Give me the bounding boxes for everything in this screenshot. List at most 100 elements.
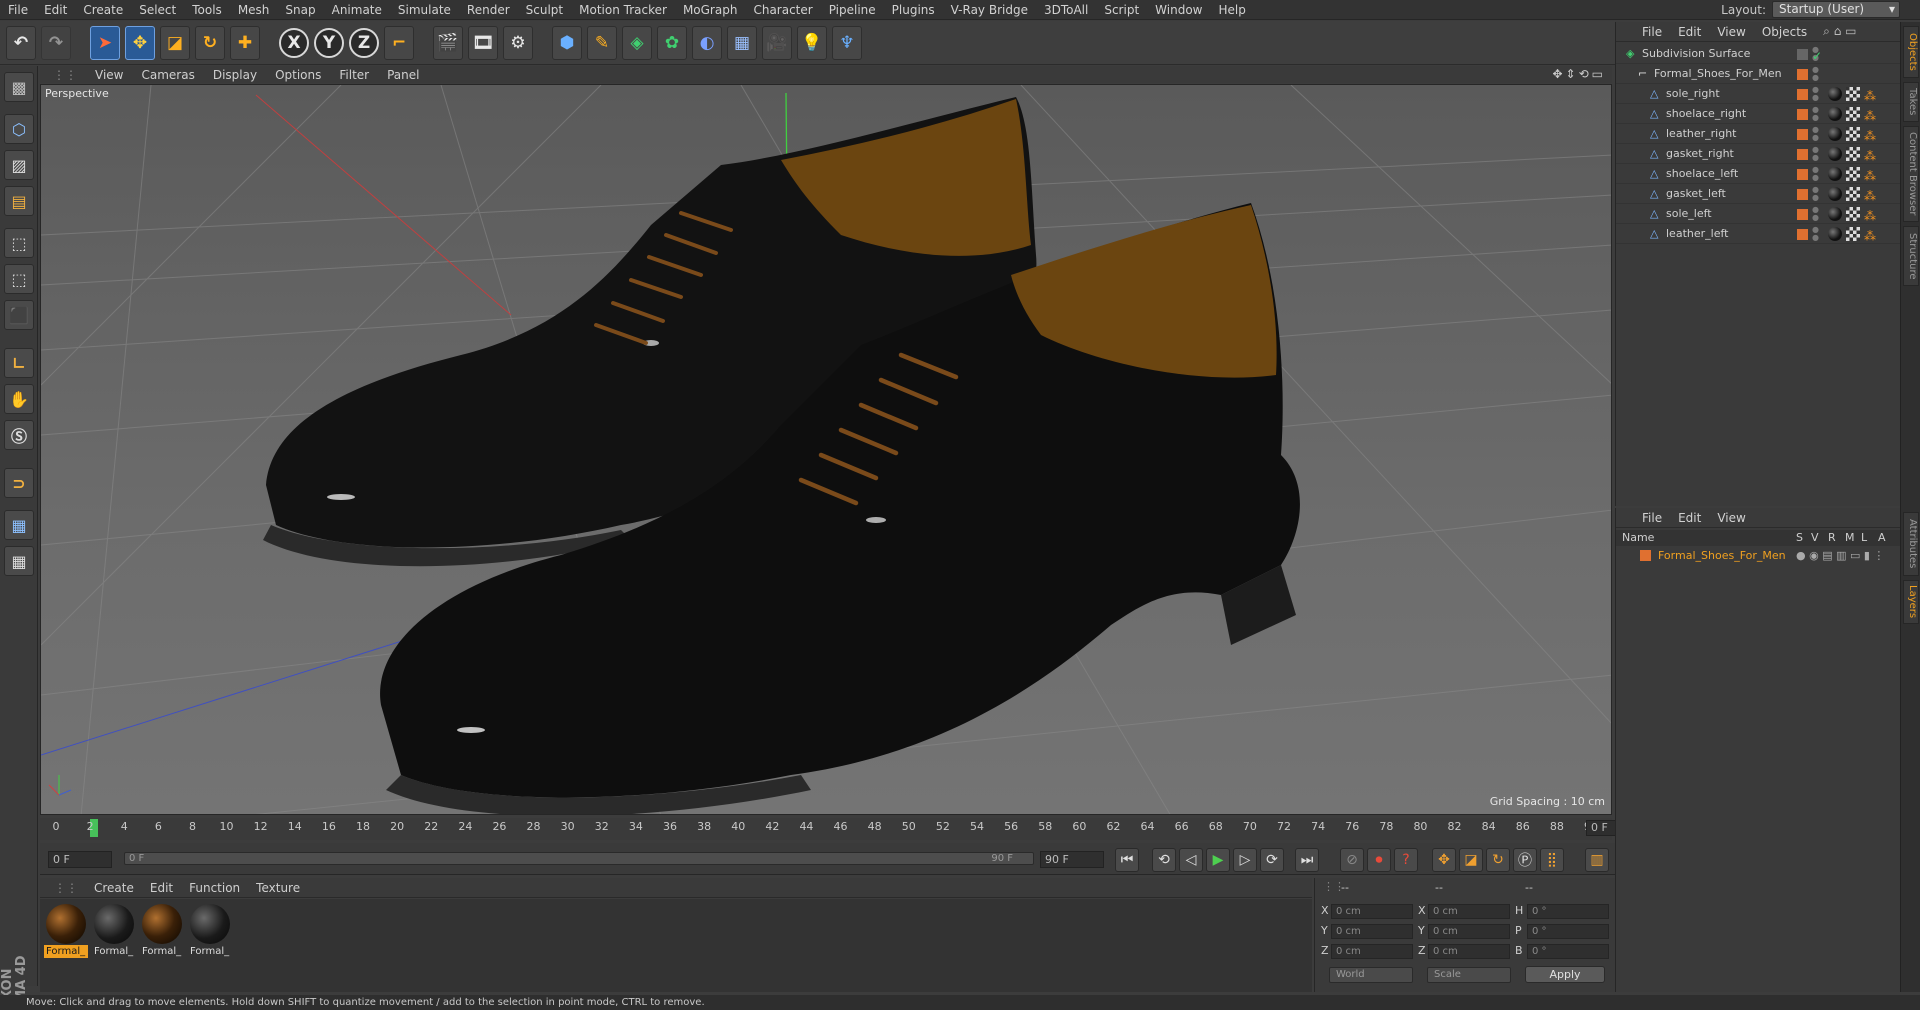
menu-item-vray-bridge[interactable]: V-Ray Bridge (943, 0, 1036, 20)
material-tag-icon[interactable] (1828, 87, 1842, 101)
layer-color-swatch[interactable] (1797, 89, 1808, 100)
key-position-icon[interactable]: ✥ (1432, 848, 1456, 872)
cube-primitive-icon[interactable]: ⬢ (552, 25, 582, 60)
material-tag-icon[interactable] (1828, 167, 1842, 181)
size-x-field[interactable]: 0 cm (1428, 904, 1510, 919)
texture-mode-icon[interactable]: ▨ (4, 150, 34, 180)
menu-item-simulate[interactable]: Simulate (390, 0, 459, 20)
object-menu-view[interactable]: View (1709, 25, 1753, 39)
layer-menu-edit[interactable]: Edit (1670, 511, 1709, 525)
object-row[interactable]: △ gasket_right ● ● ⁂ (1616, 144, 1901, 164)
object-row[interactable]: △ sole_left ● ● ⁂ (1616, 204, 1901, 224)
material-swatch[interactable]: Formal_ (44, 903, 88, 961)
object-manager-search-icon[interactable]: ⌕ ⌂ ▭ (1815, 24, 1864, 39)
menu-item-mesh[interactable]: Mesh (230, 0, 278, 20)
timeline-ruler[interactable]: 0 2 4 6 8 10 12 14 16 18 20 22 24 26 28 30 32 34 36 38 40 42 4… (40, 818, 1650, 840)
layer-color-swatch[interactable] (1797, 229, 1808, 240)
coordinate-mode-dropdown[interactable]: World (1329, 967, 1413, 983)
layer-color-swatch[interactable] (1797, 49, 1808, 60)
preview-range-slider[interactable]: 0 F 90 F (124, 852, 1034, 865)
layer-menu-view[interactable]: View (1709, 511, 1753, 525)
timeline-window-icon[interactable]: ▥ (1585, 848, 1609, 872)
visibility-dots-icon[interactable]: ● ● (1812, 206, 1819, 222)
rotate-tool-icon[interactable]: ↻ (195, 25, 225, 60)
material-swatch[interactable]: Formal_ (188, 903, 232, 961)
position-x-field[interactable]: 0 cm (1331, 904, 1413, 919)
next-key-icon[interactable]: ⟳ (1260, 848, 1284, 872)
menu-item-file[interactable]: File (0, 0, 36, 20)
material-tag-icon[interactable] (1828, 107, 1842, 121)
menu-item-snap[interactable]: Snap (277, 0, 323, 20)
material-tag-icon[interactable] (1828, 207, 1842, 221)
object-menu-objects[interactable]: Objects (1754, 25, 1815, 39)
subdivision-surface-icon[interactable]: ◈ (622, 25, 652, 60)
y-axis-lock-icon[interactable]: Y (314, 26, 344, 60)
render-view-icon[interactable]: 🎬 (433, 25, 463, 60)
prev-key-icon[interactable]: ⟲ (1152, 848, 1176, 872)
menu-item-3dtoall[interactable]: 3DToAll (1036, 0, 1096, 20)
object-menu-file[interactable]: File (1634, 25, 1670, 39)
light-icon[interactable]: 💡 (797, 25, 827, 60)
menu-item-select[interactable]: Select (131, 0, 184, 20)
visibility-dots-icon[interactable]: ● ● (1812, 126, 1819, 142)
menu-item-character[interactable]: Character (745, 0, 820, 20)
object-menu-edit[interactable]: Edit (1670, 25, 1709, 39)
select-arrow-icon[interactable]: ➤ (90, 25, 120, 60)
material-swatch[interactable]: Formal_ (92, 903, 136, 961)
layer-toggle-icons[interactable]: ● ◉ ▤ ▥ ▭ ▮ ⋮ (1796, 547, 1884, 564)
object-row[interactable]: △ gasket_left ● ● ⁂ (1616, 184, 1901, 204)
end-frame-field[interactable]: 90 F (1040, 851, 1104, 868)
object-row[interactable]: △ sole_right ● ● ⁂ (1616, 84, 1901, 104)
layer-color-swatch[interactable] (1797, 189, 1808, 200)
layer-color-swatch[interactable] (1797, 149, 1808, 160)
menu-item-render[interactable]: Render (459, 0, 518, 20)
material-swatch[interactable]: Formal_ (140, 903, 184, 961)
redo-icon[interactable]: ↷ (41, 25, 71, 60)
menu-item-tools[interactable]: Tools (184, 0, 230, 20)
visibility-dots-icon[interactable]: ● ● (1812, 106, 1819, 122)
python-icon[interactable]: ♆ (832, 25, 862, 60)
pen-spline-icon[interactable]: ✎ (587, 25, 617, 60)
visibility-dots-icon[interactable]: ● ● (1812, 166, 1819, 182)
polygons-mode-icon[interactable]: ⬛ (4, 300, 34, 330)
uvw-tag-icon[interactable] (1846, 227, 1860, 241)
position-y-field[interactable]: 0 cm (1331, 924, 1413, 939)
selection-tag-icon[interactable]: ⁂ (1864, 86, 1876, 106)
visibility-dots-icon[interactable]: ● ● (1812, 186, 1819, 202)
menu-item-help[interactable]: Help (1210, 0, 1253, 20)
model-mode-icon[interactable]: ⬡ (4, 114, 34, 144)
workplane-icon[interactable]: ▤ (4, 186, 34, 216)
object-row[interactable]: ⌐ Formal_Shoes_For_Men ● ● (1616, 64, 1901, 84)
edges-mode-icon[interactable]: ⬚ (4, 264, 34, 294)
object-row[interactable]: △ shoelace_right ● ● ⁂ (1616, 104, 1901, 124)
uvw-tag-icon[interactable] (1846, 167, 1860, 181)
keyframe-selection-icon[interactable]: ? (1394, 848, 1418, 872)
layer-color-swatch[interactable] (1797, 129, 1808, 140)
selection-tag-icon[interactable]: ⁂ (1864, 206, 1876, 226)
side-tab-layers[interactable]: Layers (1903, 580, 1919, 624)
uvw-tag-icon[interactable] (1846, 107, 1860, 121)
key-parameter-icon[interactable]: Ⓟ (1513, 848, 1537, 872)
deformer-icon[interactable]: ◐ (692, 25, 722, 60)
viewport-menu-filter[interactable]: Filter (330, 68, 378, 82)
undo-icon[interactable]: ↶ (6, 25, 36, 60)
floor-environment-icon[interactable]: ▦ (727, 25, 757, 60)
magnet-icon[interactable]: ⊃ (4, 468, 34, 498)
next-frame-icon[interactable]: ▷ (1233, 848, 1257, 872)
side-tab-structure[interactable]: Structure (1903, 226, 1919, 286)
side-tab-takes[interactable]: Takes (1903, 82, 1919, 122)
layer-color-swatch[interactable] (1797, 209, 1808, 220)
layer-color-swatch[interactable] (1640, 550, 1651, 561)
viewport-menu-panel[interactable]: Panel (378, 68, 428, 82)
material-tag-icon[interactable] (1828, 127, 1842, 141)
solo-icon[interactable]: ▦ (4, 546, 34, 576)
tweak-mode-icon[interactable]: ✋ (4, 384, 34, 414)
key-scale-icon[interactable]: ◪ (1459, 848, 1483, 872)
material-tag-icon[interactable] (1828, 147, 1842, 161)
object-row[interactable]: ◈ Subdivision Surface ● ● ✓ (1616, 44, 1901, 64)
menu-item-window[interactable]: Window (1147, 0, 1210, 20)
object-row[interactable]: △ leather_right ● ● ⁂ (1616, 124, 1901, 144)
prev-frame-icon[interactable]: ◁ (1179, 848, 1203, 872)
points-mode-icon[interactable]: ⬚ (4, 228, 34, 258)
uvw-tag-icon[interactable] (1846, 147, 1860, 161)
